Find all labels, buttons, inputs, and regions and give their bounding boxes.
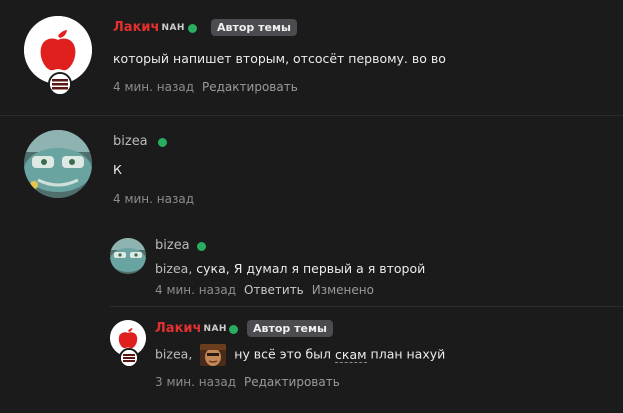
online-indicator: [188, 24, 197, 33]
reply-body-end: план нахуй: [370, 346, 446, 362]
edit-link[interactable]: Редактировать: [202, 80, 298, 94]
striped-badge-icon: [119, 348, 139, 368]
post-2: bizea К 4 мин. назад: [0, 116, 623, 226]
post-text: который напишет вторым, отсосёт первому.…: [113, 51, 446, 66]
online-indicator: [229, 325, 238, 334]
post-time[interactable]: 4 мин. назад: [113, 192, 194, 206]
reply-body-start: ну всё это был: [234, 346, 332, 362]
post-1: Лакич NAH Автор темы который напишет втор…: [0, 0, 623, 115]
edit-link[interactable]: Редактировать: [244, 375, 340, 389]
mention[interactable]: bizea,: [155, 347, 192, 362]
reply-text: bizea, ну всё это был скам план нахуй: [155, 344, 445, 366]
post-time[interactable]: 4 мин. назад: [113, 80, 194, 94]
mention[interactable]: bizea,: [155, 261, 192, 276]
reply-body: сука, Я думал я первый а я второй: [196, 261, 426, 276]
reply-author[interactable]: bizea: [155, 238, 190, 253]
striped-badge-icon: [48, 72, 72, 96]
author-name[interactable]: Лакич: [113, 20, 159, 35]
author-name[interactable]: Лакич: [155, 321, 201, 336]
author-tag: NAH: [161, 23, 185, 33]
reply-text: bizea, сука, Я думал я первый а я второй: [155, 261, 425, 276]
post-text: К: [113, 162, 122, 177]
edited-label[interactable]: Изменено: [312, 283, 374, 297]
post-meta: 4 мин. назад: [113, 192, 202, 206]
topic-author-badge: Автор темы: [211, 19, 297, 36]
reply-author[interactable]: Лакич NAH: [155, 321, 227, 336]
dashed-word[interactable]: скам: [335, 346, 367, 363]
reply-2: Лакич NAH Автор темы bizea, ну всё это бы…: [0, 306, 623, 413]
reply-time[interactable]: 4 мин. назад: [155, 283, 236, 297]
bus-car-avatar: [110, 238, 146, 274]
reply-meta: 4 мин. назад Ответить Изменено: [155, 283, 382, 297]
online-indicator: [197, 242, 206, 251]
post-meta: 4 мин. назад Редактировать: [113, 80, 306, 94]
reply-1: bizea bizea, сука, Я думал я первый а я …: [0, 226, 623, 306]
reaction-image: [200, 344, 227, 366]
reply-meta: 3 мин. назад Редактировать: [155, 375, 348, 389]
author-tag: NAH: [203, 324, 227, 334]
avatar-bizea[interactable]: [24, 130, 92, 198]
reply-time[interactable]: 3 мин. назад: [155, 375, 236, 389]
online-indicator: [158, 138, 167, 147]
post-author[interactable]: Лакич NAH: [113, 20, 185, 35]
bus-car-avatar: [24, 130, 92, 198]
avatar-bizea-small[interactable]: [110, 238, 146, 274]
post-author[interactable]: bizea: [113, 134, 148, 149]
reply-link[interactable]: Ответить: [244, 283, 304, 297]
topic-author-badge: Автор темы: [247, 320, 333, 337]
